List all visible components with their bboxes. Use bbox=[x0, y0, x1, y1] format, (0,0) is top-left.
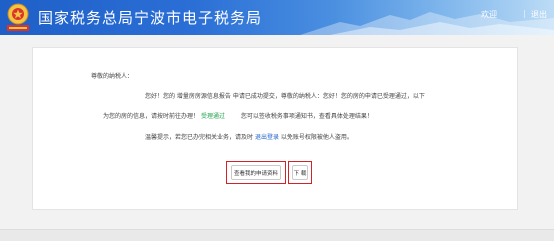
notice-line-3-text: 温馨提示，若您已办完相关业务，请及时 bbox=[145, 134, 254, 141]
welcome-text: 欢迎 bbox=[481, 10, 497, 19]
notice-line-3: 温馨提示，若您已办完相关业务，请及时 退出登录 以免账号权限被他人盗用。 bbox=[145, 134, 353, 142]
tax-emblem-icon bbox=[7, 3, 29, 31]
accepted-link[interactable]: 受理通过 bbox=[201, 113, 225, 120]
app-header: 国家税务总局宁波市电子税务局 欢迎 | 退出 bbox=[0, 0, 554, 35]
download-button[interactable]: 下 载 bbox=[292, 165, 308, 180]
notice-line-3-tail: 以免账号权限被他人盗用。 bbox=[280, 134, 353, 141]
site-title: 国家税务总局宁波市电子税务局 bbox=[38, 9, 263, 27]
notice-line-1: 您好！您的 增量房房源信息报告 申请已成功提交，尊敬的纳税人：您好！您的房的申请… bbox=[145, 93, 425, 100]
notice-line-2-text: 为您的房的信息，请按时前往办理！ bbox=[103, 113, 200, 120]
notice-card: 尊敬的纳税人： 您好！您的 增量房房源信息报告 申请已成功提交，尊敬的纳税人：您… bbox=[32, 47, 518, 210]
notice-line-2-tail: 您可以签收税务事项通知书，查看具体处理结果！ bbox=[240, 113, 373, 120]
logout-login-link[interactable]: 退出登录 bbox=[255, 134, 279, 141]
greeting-text: 尊敬的纳税人： bbox=[91, 73, 134, 80]
header-separator: | bbox=[523, 9, 526, 18]
bottom-scroll-area bbox=[0, 229, 554, 241]
notice-line-2: 为您的房的信息，请按时前往办理！ 受理通过 您可以签收税务事项通知书，查看具体处… bbox=[103, 113, 373, 121]
logout-link[interactable]: 退出 bbox=[531, 9, 547, 20]
view-application-button[interactable]: 查看我的申请资料 bbox=[231, 165, 281, 180]
